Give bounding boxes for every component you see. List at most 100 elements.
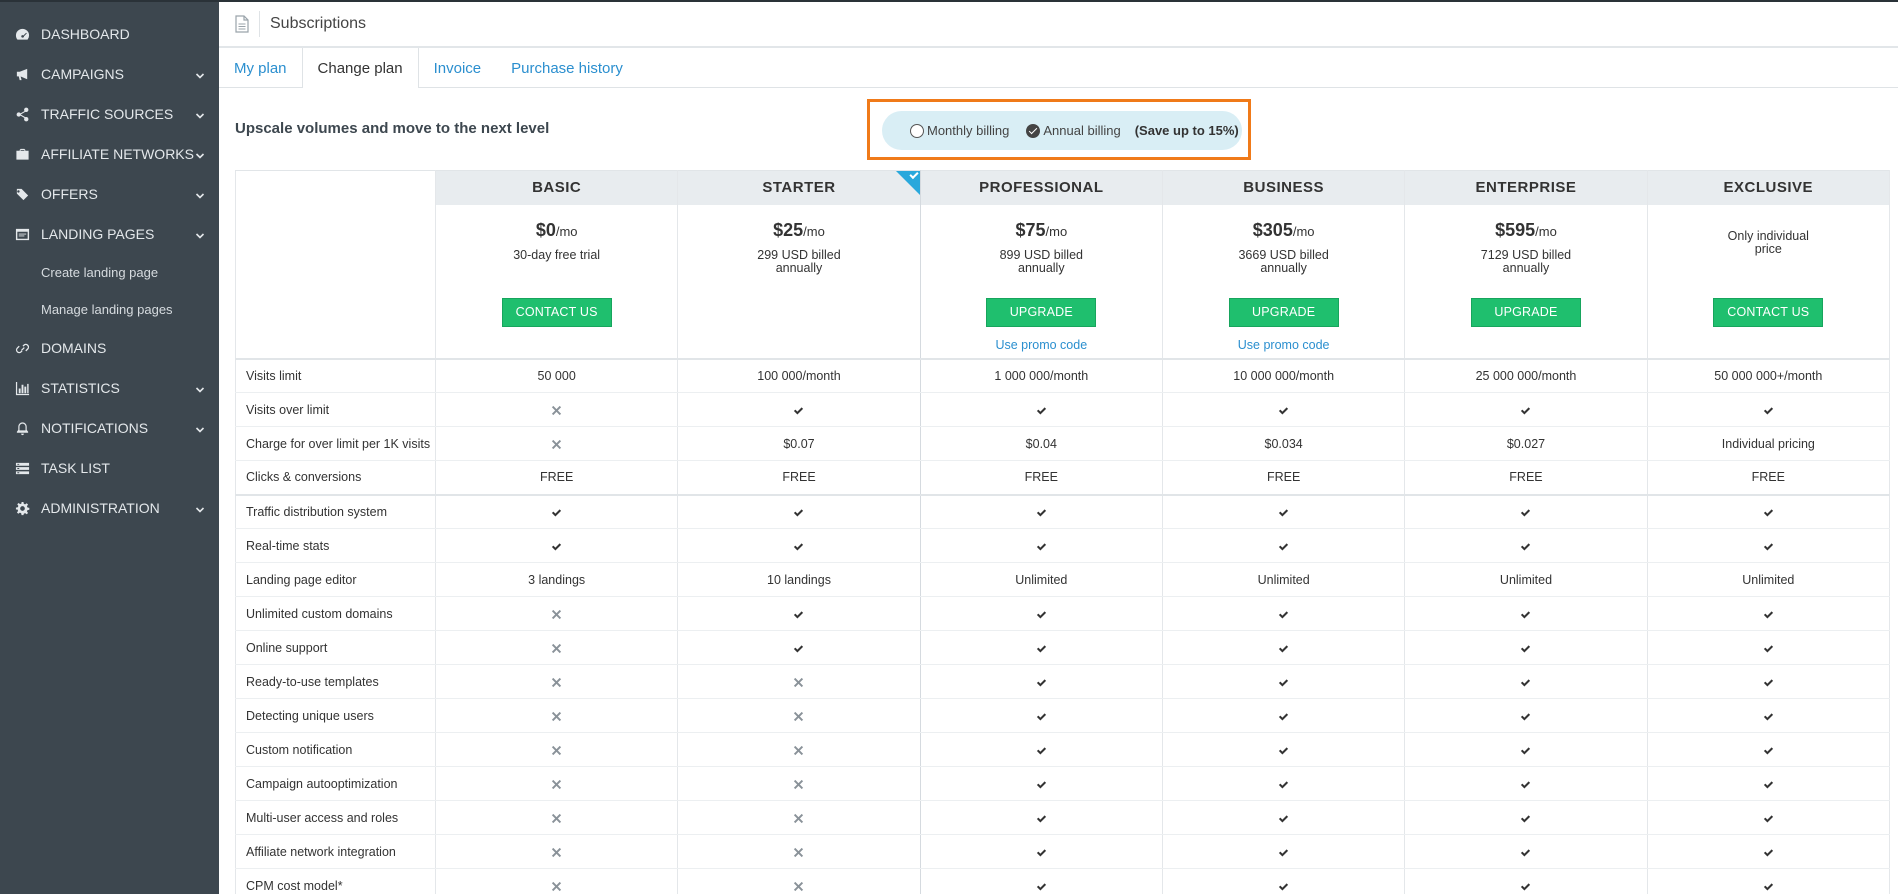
upgrade-button[interactable]: UPGRADE xyxy=(1228,297,1339,327)
feature-value-text: $0.04 xyxy=(1025,436,1057,451)
check-icon xyxy=(1036,777,1047,791)
chevron-down-icon[interactable] xyxy=(195,382,205,393)
check-icon xyxy=(1520,505,1531,519)
cross-icon xyxy=(551,879,562,893)
cross-icon xyxy=(793,709,804,723)
check-icon xyxy=(793,641,804,655)
plan-name: STARTER xyxy=(762,179,836,197)
chevron-down-icon[interactable] xyxy=(195,228,205,239)
feature-name: Traffic distribution system xyxy=(235,494,436,529)
feature-value xyxy=(1161,664,1406,699)
contact-us-button[interactable]: CONTACT US xyxy=(501,297,612,327)
check-icon xyxy=(1278,675,1289,689)
plan-name: PROFESSIONAL xyxy=(979,179,1104,197)
feature-value xyxy=(677,766,921,801)
sidebar-item-campaigns[interactable]: CAMPAIGNS xyxy=(0,54,219,94)
plan-billing-note: 30-day free trial xyxy=(513,247,601,262)
feature-value: $0.034 xyxy=(1161,426,1406,461)
upgrade-button[interactable]: UPGRADE xyxy=(986,297,1097,327)
check-icon xyxy=(1520,709,1531,723)
feature-value: 100 000/month xyxy=(677,358,921,393)
feature-value-text: 10 000 000/month xyxy=(1233,368,1335,383)
sidebar-item-statistics[interactable]: STATISTICS xyxy=(0,368,219,408)
plan-billing-note: 7129 USD billed annually xyxy=(1480,247,1572,275)
chevron-down-icon[interactable] xyxy=(195,188,205,199)
check-icon xyxy=(1520,403,1531,417)
check-icon xyxy=(1036,811,1047,825)
feature-name: Charge for over limit per 1K visits xyxy=(235,426,436,461)
tab-my-plan[interactable]: My plan xyxy=(219,48,302,88)
sidebar-item-notifications[interactable]: NOTIFICATIONS xyxy=(0,408,219,448)
tab-invoice[interactable]: Invoice xyxy=(419,48,497,88)
feature-value: FREE xyxy=(677,460,921,496)
sidebar-item-label: AFFILIATE NETWORKS xyxy=(41,146,194,162)
sidebar-item-landing-pages[interactable]: LANDING PAGES xyxy=(0,214,219,254)
sidebar: DASHBOARD CAMPAIGNS TRAFFIC SOURCES AFFILIA… xyxy=(0,0,219,894)
feature-value: Individual pricing xyxy=(1646,426,1891,461)
feature-value xyxy=(1404,868,1648,894)
check-icon xyxy=(1036,641,1047,655)
sidebar-item-label: OFFERS xyxy=(41,186,98,202)
feature-value xyxy=(1161,698,1406,733)
cross-icon xyxy=(793,879,804,893)
table-row: Landing page editor 3 landings 10 landings… xyxy=(235,562,1891,597)
check-icon xyxy=(1278,641,1289,655)
chevron-down-icon[interactable] xyxy=(195,422,205,433)
sidebar-item-administration[interactable]: ADMINISTRATION xyxy=(0,488,219,528)
billing-toggle: Monthly billing Annual billing (Save up … xyxy=(882,111,1242,150)
tab-change-plan[interactable]: Change plan xyxy=(301,48,419,89)
sidebar-item-traffic-sources[interactable]: TRAFFIC SOURCES xyxy=(0,94,219,134)
promo-code-link[interactable]: Use promo code xyxy=(921,338,1162,352)
sidebar-item-dashboard[interactable]: DASHBOARD xyxy=(0,14,219,54)
upgrade-button[interactable]: UPGRADE xyxy=(1470,297,1581,327)
plan-price-cell: $305/mo 3669 USD billed annually UPGRADE Us… xyxy=(1161,204,1406,360)
check-icon xyxy=(1278,403,1289,417)
feature-value xyxy=(1646,698,1891,733)
feature-value xyxy=(919,494,1163,529)
feature-value xyxy=(677,630,921,665)
cross-icon xyxy=(551,845,562,859)
check-icon xyxy=(1278,743,1289,757)
monthly-billing-option[interactable]: Monthly billing xyxy=(910,123,1009,138)
plan-header-enterprise: ENTERPRISE xyxy=(1404,170,1648,205)
feature-value-text: FREE xyxy=(1024,470,1058,485)
feature-value-text: $0.034 xyxy=(1264,436,1303,451)
check-icon xyxy=(1036,539,1047,553)
sidebar-subitem-create-landing-page[interactable]: Create landing page xyxy=(0,254,219,291)
promo-code-link[interactable]: Use promo code xyxy=(1163,338,1404,352)
feature-value: Unlimited xyxy=(1404,562,1648,597)
feature-value-text: 3 landings xyxy=(528,572,586,587)
sidebar-item-offers[interactable]: OFFERS xyxy=(0,174,219,214)
contact-us-button[interactable]: CONTACT US xyxy=(1713,297,1824,327)
feature-value xyxy=(434,528,679,563)
feature-name: Affiliate network integration xyxy=(235,834,436,869)
feature-value xyxy=(434,664,679,699)
plan-name: BASIC xyxy=(532,179,582,197)
plan-billing-note: 3669 USD billed annually xyxy=(1238,247,1329,275)
annual-billing-radio[interactable] xyxy=(1026,123,1041,138)
top-bar: Subscriptions xyxy=(219,0,1898,48)
check-icon xyxy=(1278,505,1289,519)
sidebar-item-affiliate-networks[interactable]: AFFILIATE NETWORKS xyxy=(0,134,219,174)
sidebar-subitem-manage-landing-pages[interactable]: Manage landing pages xyxy=(0,291,219,328)
feature-value xyxy=(434,800,679,835)
check-icon xyxy=(1036,675,1047,689)
feature-name: CPM cost model* xyxy=(235,868,436,894)
feature-value xyxy=(677,664,921,699)
cross-icon xyxy=(551,403,562,417)
monthly-billing-radio[interactable] xyxy=(910,123,924,138)
chevron-down-icon[interactable] xyxy=(195,108,205,119)
chevron-down-icon[interactable] xyxy=(195,68,205,79)
feature-value xyxy=(677,494,921,529)
chevron-down-icon[interactable] xyxy=(195,148,205,159)
feature-value xyxy=(1404,528,1648,563)
sidebar-item-domains[interactable]: DOMAINS xyxy=(0,328,219,368)
sidebar-item-task-list[interactable]: TASK LIST xyxy=(0,448,219,488)
chevron-down-icon[interactable] xyxy=(195,502,205,513)
feature-name: Visits over limit xyxy=(235,392,436,427)
annual-billing-option[interactable]: Annual billing xyxy=(1026,123,1121,138)
tab-purchase-history[interactable]: Purchase history xyxy=(496,48,638,88)
sidebar-item-label: DASHBOARD xyxy=(41,26,130,42)
cross-icon xyxy=(551,675,562,689)
feature-value-text: Unlimited xyxy=(1499,572,1553,587)
